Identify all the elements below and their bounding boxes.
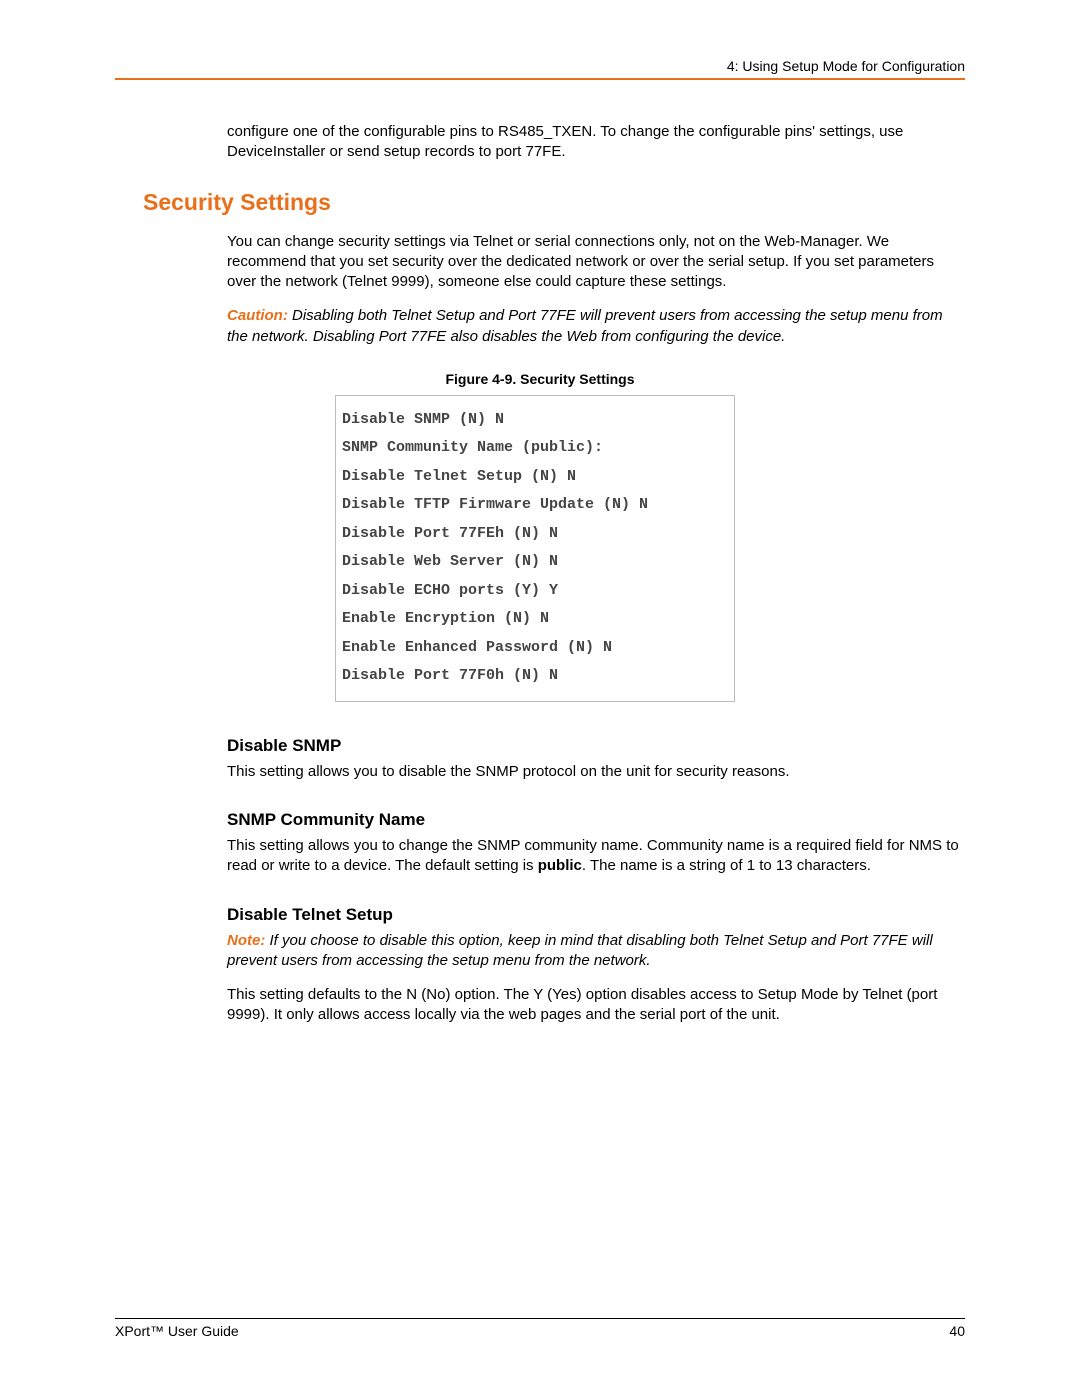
- footer-left: XPort™ User Guide: [115, 1323, 239, 1339]
- subheading-disable-telnet-setup: Disable Telnet Setup: [227, 905, 965, 925]
- snmp-community-text: This setting allows you to change the SN…: [227, 836, 965, 877]
- code-line-8: Enable Enhanced Password (N) N: [342, 639, 612, 656]
- intro-paragraph: configure one of the configurable pins t…: [227, 122, 965, 163]
- code-line-6: Disable ECHO ports (Y) Y: [342, 582, 558, 599]
- disable-snmp-block: This setting allows you to disable the S…: [227, 762, 965, 782]
- section-heading-security-settings: Security Settings: [143, 189, 965, 216]
- security-intro-text: You can change security settings via Tel…: [227, 232, 965, 293]
- code-line-1: SNMP Community Name (public):: [342, 439, 603, 456]
- page-footer: XPort™ User Guide 40: [115, 1318, 965, 1339]
- code-line-5: Disable Web Server (N) N: [342, 553, 558, 570]
- note-text: If you choose to disable this option, ke…: [227, 932, 933, 969]
- snmp-community-block: This setting allows you to change the SN…: [227, 836, 965, 877]
- code-line-9: Disable Port 77F0h (N) N: [342, 667, 558, 684]
- disable-telnet-block: Note: If you choose to disable this opti…: [227, 931, 965, 1026]
- snmp-community-bold: public: [538, 857, 582, 874]
- figure-code-box: Disable SNMP (N) N SNMP Community Name (…: [335, 395, 735, 702]
- figure-caption: Figure 4-9. Security Settings: [115, 371, 965, 387]
- code-line-7: Enable Encryption (N) N: [342, 610, 549, 627]
- subheading-snmp-community-name: SNMP Community Name: [227, 810, 965, 830]
- code-line-0: Disable SNMP (N) N: [342, 411, 504, 428]
- caution-text: Disabling both Telnet Setup and Port 77F…: [227, 307, 943, 344]
- snmp-community-after: . The name is a string of 1 to 13 charac…: [582, 857, 871, 874]
- header-rule: [115, 78, 965, 80]
- disable-telnet-text: This setting defaults to the N (No) opti…: [227, 985, 965, 1026]
- code-line-2: Disable Telnet Setup (N) N: [342, 468, 576, 485]
- disable-snmp-text: This setting allows you to disable the S…: [227, 762, 965, 782]
- header-chapter: 4: Using Setup Mode for Configuration: [115, 58, 965, 78]
- footer-row: XPort™ User Guide 40: [115, 1323, 965, 1339]
- disable-telnet-note: Note: If you choose to disable this opti…: [227, 931, 965, 972]
- footer-page-number: 40: [949, 1323, 965, 1339]
- code-line-3: Disable TFTP Firmware Update (N) N: [342, 496, 648, 513]
- footer-rule: [115, 1318, 965, 1319]
- caution-label: Caution:: [227, 307, 288, 324]
- page: 4: Using Setup Mode for Configuration co…: [0, 0, 1080, 1397]
- subheading-disable-snmp: Disable SNMP: [227, 736, 965, 756]
- code-line-4: Disable Port 77FEh (N) N: [342, 525, 558, 542]
- caution-paragraph: Caution: Disabling both Telnet Setup and…: [227, 306, 965, 347]
- security-intro-block: You can change security settings via Tel…: [227, 232, 965, 347]
- note-label: Note:: [227, 932, 265, 949]
- intro-paragraph-block: configure one of the configurable pins t…: [227, 122, 965, 163]
